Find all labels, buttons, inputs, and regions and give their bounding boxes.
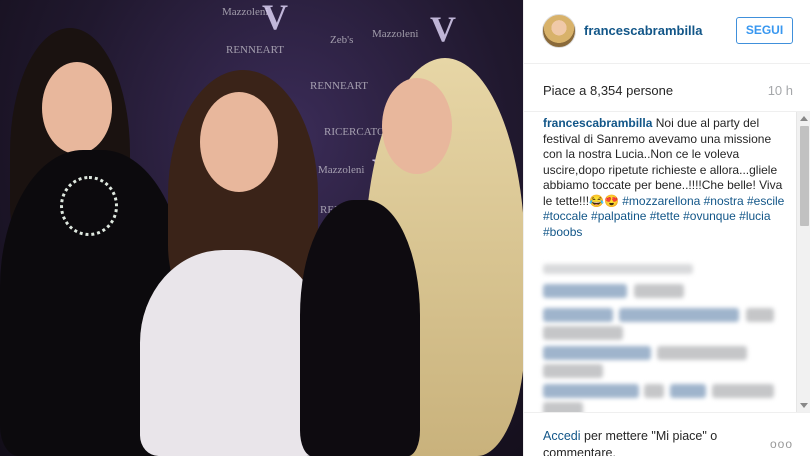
backdrop-letter: V xyxy=(430,9,456,49)
left-woman-face xyxy=(42,62,112,154)
blurred-comment-text xyxy=(712,384,774,398)
comments-list: francescabrambilla Noi due al party del … xyxy=(524,112,796,412)
backdrop-logo: RENNEART xyxy=(310,80,369,92)
middle-woman-dress xyxy=(140,250,325,456)
comments-scrollbar[interactable] xyxy=(796,112,810,412)
blurred-comment-text xyxy=(543,364,603,378)
post-sidebar: francescabrambilla SEGUI Piace a 8,354 p… xyxy=(523,0,810,456)
backdrop-logo: Zeb's xyxy=(330,34,354,46)
blurred-comment-text xyxy=(634,284,684,298)
blurred-comment-user[interactable] xyxy=(543,284,627,298)
likes-count[interactable]: Piace a 8,354 persone xyxy=(543,83,673,98)
caption-username[interactable]: francescabrambilla xyxy=(543,116,652,130)
username-link[interactable]: francescabrambilla xyxy=(584,23,703,38)
post-caption: francescabrambilla Noi due al party del … xyxy=(543,116,788,240)
backdrop-logo: Mazzoleni xyxy=(372,28,419,40)
blurred-comment-text xyxy=(619,308,739,322)
post-photo[interactable]: Mazzoleni V RENNEART Zeb's Mazzoleni V R… xyxy=(0,0,523,456)
blurred-comment-mention[interactable] xyxy=(670,384,706,398)
blurred-comment-text xyxy=(543,326,623,340)
login-prompt: Accedi per mettere "Mi piace" o commenta… xyxy=(543,428,753,456)
post-header: francescabrambilla SEGUI xyxy=(524,0,810,64)
blurred-comment-text xyxy=(644,384,664,398)
likes-row: Piace a 8,354 persone 10 h xyxy=(524,64,810,112)
middle-woman-face xyxy=(200,92,278,192)
blurred-comment-text xyxy=(746,308,774,322)
scroll-down-icon[interactable] xyxy=(800,403,808,408)
right-woman-dress xyxy=(300,200,420,456)
backdrop-letter: V xyxy=(262,0,288,37)
scroll-thumb[interactable] xyxy=(800,126,809,226)
necklace xyxy=(60,176,118,236)
blurred-comment-user[interactable] xyxy=(543,308,613,322)
backdrop-logo: RENNEART xyxy=(226,44,285,56)
login-link[interactable]: Accedi xyxy=(543,429,581,443)
scroll-up-icon[interactable] xyxy=(800,116,808,121)
blurred-comment-text xyxy=(543,402,583,412)
blurred-comment-user[interactable] xyxy=(543,384,639,398)
blurred-comment-user[interactable] xyxy=(543,346,651,360)
right-woman-face xyxy=(382,78,452,174)
more-options-icon[interactable]: ooo xyxy=(770,437,793,451)
follow-button[interactable]: SEGUI xyxy=(736,17,793,44)
post-time[interactable]: 10 h xyxy=(768,83,793,98)
backdrop-logo: RICERCATO xyxy=(324,126,385,138)
blurred-load-more[interactable] xyxy=(543,264,693,274)
blurred-comment-text xyxy=(657,346,747,360)
post-footer: Accedi per mettere "Mi piace" o commenta… xyxy=(524,412,810,456)
avatar[interactable] xyxy=(542,14,576,48)
backdrop-logo: Mazzoleni xyxy=(318,164,365,176)
